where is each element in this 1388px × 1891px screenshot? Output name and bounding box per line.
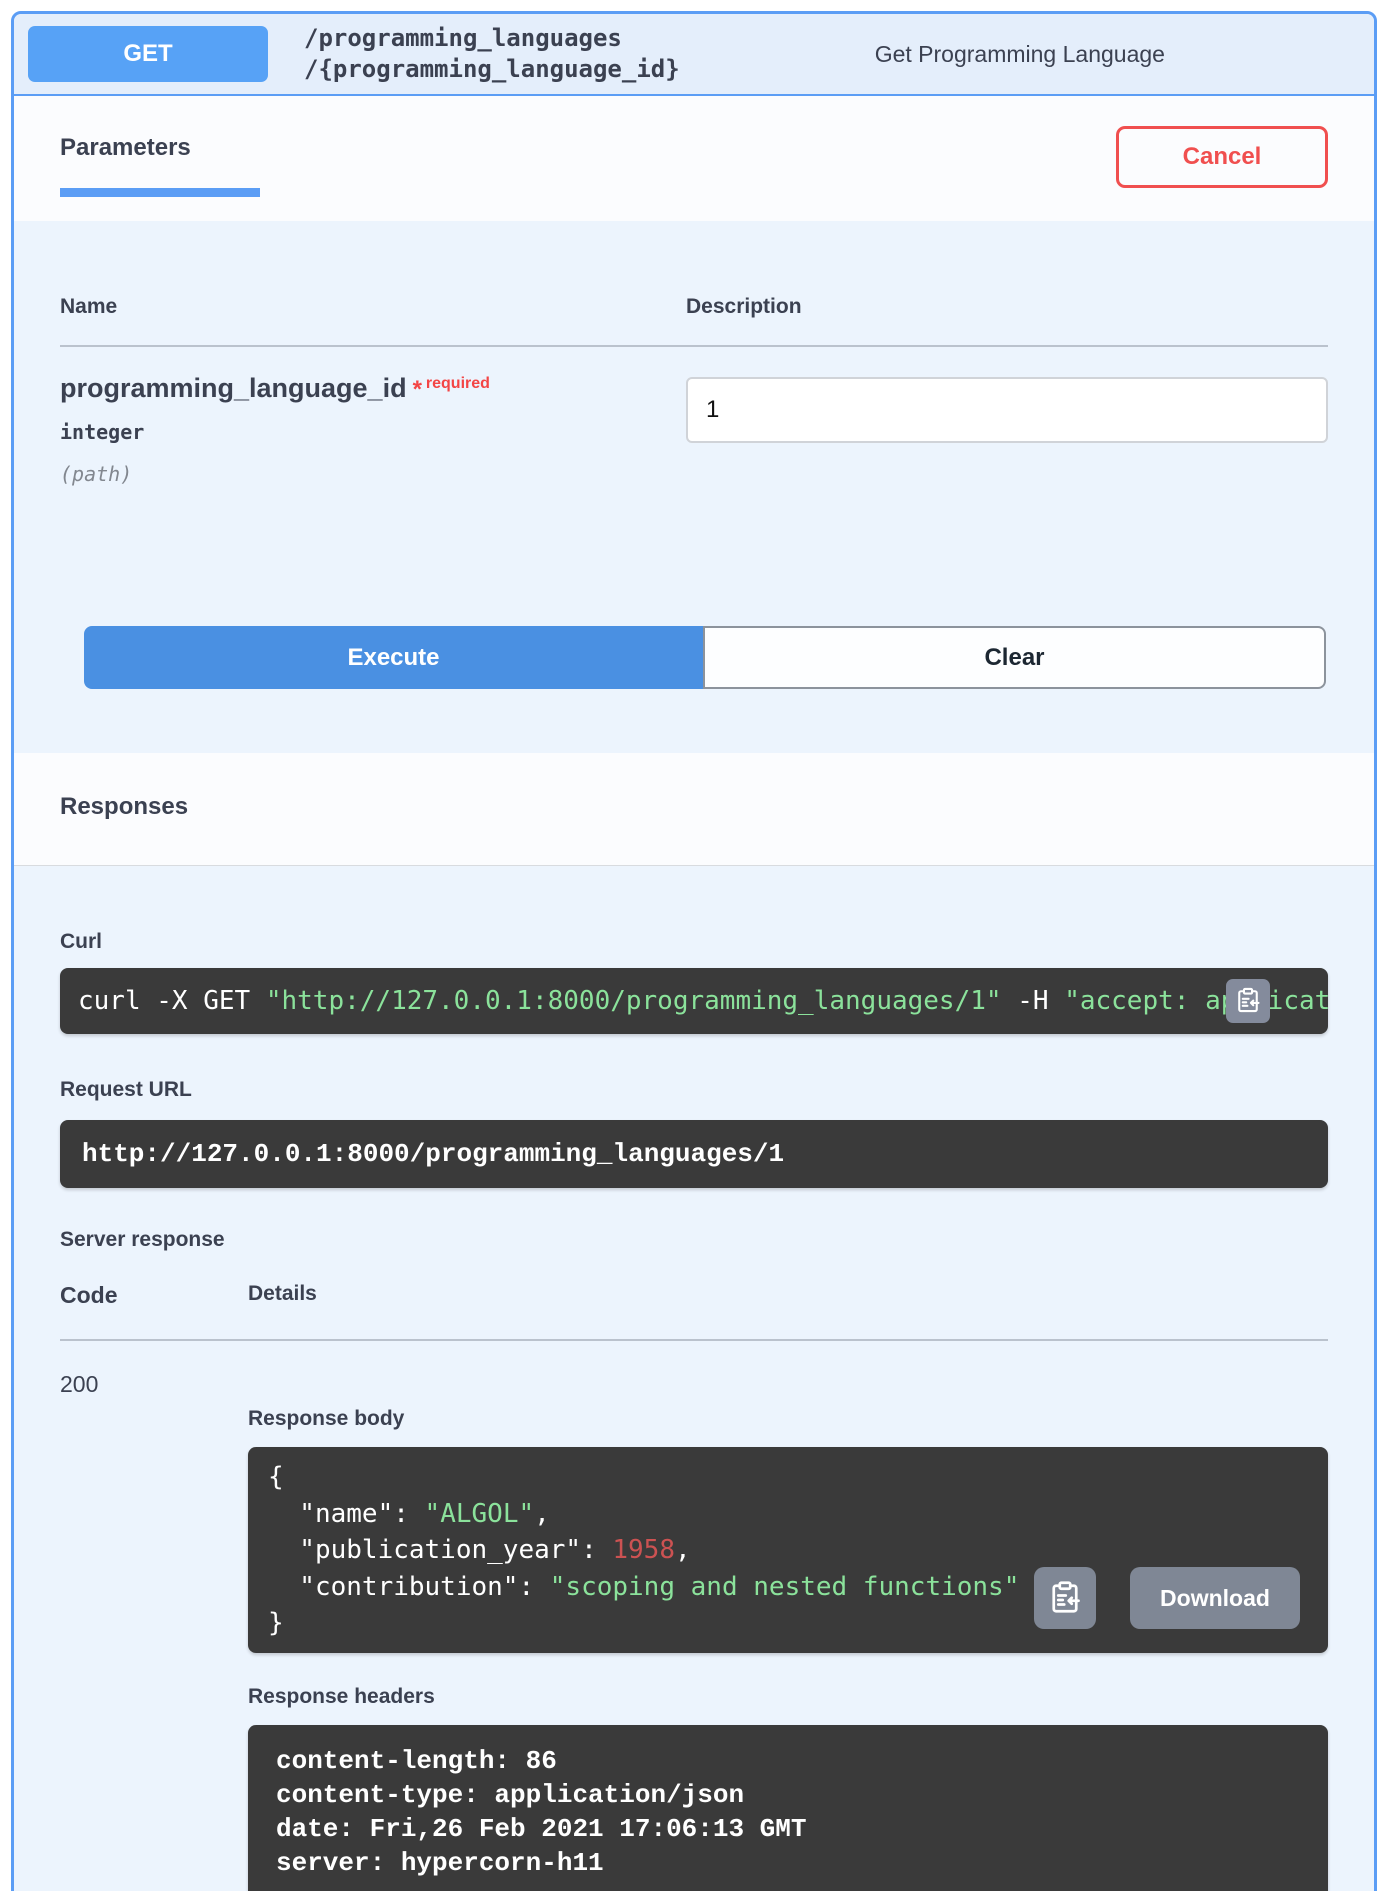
execute-row: Execute Clear [84,626,1326,689]
code-token: "ALGOL" [425,1499,535,1529]
server-response-label: Server response [60,1228,1328,1252]
execute-button[interactable]: Execute [84,626,703,689]
code-token: "scoping and nested functions" [550,1572,1020,1602]
cancel-button[interactable]: Cancel [1116,126,1328,188]
code-token: -H [1002,986,1065,1016]
code-token: curl -X GET [78,986,266,1016]
column-header-name: Name [60,295,686,319]
response-body-line: "publication_year": 1958, [268,1532,1308,1568]
parameter-name-line: programming_language_id*required [60,373,686,404]
column-header-code: Code [60,1282,248,1309]
operation-summary[interactable]: GET /programming_languages /{programming… [14,14,1374,96]
response-body-line: { [268,1459,1308,1495]
parameter-row: programming_language_id*required integer… [60,373,1328,486]
responses-section: Curl curl -X GET "http://127.0.0.1:8000/… [14,930,1374,1891]
clipboard-copy-icon [1047,1579,1083,1618]
parameter-value-input[interactable] [686,377,1328,443]
request-url-value: http://127.0.0.1:8000/programming_langua… [82,1139,784,1169]
clipboard-copy-icon [1234,986,1262,1017]
response-header-line: content-length: 86 [276,1745,1300,1779]
http-method-badge: GET [28,26,268,82]
parameter-info: programming_language_id*required integer… [60,373,686,486]
copy-curl-button[interactable] [1226,979,1270,1023]
code-token: { [268,1462,284,1492]
response-body-line: "name": "ALGOL", [268,1496,1308,1532]
column-header-details: Details [248,1282,1328,1309]
parameters-tab-band: Parameters Cancel [14,96,1374,221]
clear-button[interactable]: Clear [703,626,1326,689]
parameter-name: programming_language_id [60,373,407,403]
curl-command-block: curl -X GET "http://127.0.0.1:8000/progr… [60,968,1328,1034]
code-token: "name": [268,1499,425,1529]
request-url-block: http://127.0.0.1:8000/programming_langua… [60,1120,1328,1188]
parameter-location: (path) [60,462,686,486]
operation-title: Get Programming Language [680,41,1360,68]
parameters-section: Name Description programming_language_id… [14,295,1374,689]
required-star: * [413,376,422,403]
endpoint-path-line1: /programming_languages [304,23,680,54]
server-response-row: 200 Response body { "name": "ALGOL", "pu… [60,1371,1328,1891]
code-token: "publication_year": [268,1535,612,1565]
tab-active-underline [60,188,260,197]
code-token: } [268,1608,284,1638]
curl-label: Curl [60,930,1328,954]
code-token: "accept: application/json" [1064,986,1328,1016]
server-response-divider [60,1339,1328,1341]
response-body-block: { "name": "ALGOL", "publication_year": 1… [248,1447,1328,1653]
server-response-table-header: Code Details [60,1282,1328,1309]
code-token: , [675,1535,691,1565]
code-token: , [534,1499,550,1529]
response-header-line: content-type: application/json [276,1779,1300,1813]
response-header-line: server: hypercorn-h11 [276,1847,1300,1881]
response-body-label: Response body [248,1407,1328,1431]
endpoint-path-line2: /{programming_language_id} [304,54,680,85]
column-header-description: Description [686,295,1328,319]
curl-command: curl -X GET "http://127.0.0.1:8000/progr… [78,986,1328,1016]
parameter-value-cell [686,373,1328,486]
copy-response-button[interactable] [1034,1567,1096,1629]
code-token: "contribution": [268,1572,550,1602]
response-details-cell: Response body { "name": "ALGOL", "public… [248,1371,1328,1891]
responses-band: Responses [14,753,1374,866]
responses-section-title: Responses [60,793,1328,821]
operation-panel: GET /programming_languages /{programming… [11,11,1377,1891]
request-url-label: Request URL [60,1078,1328,1102]
code-token: "http://127.0.0.1:8000/programming_langu… [266,986,1002,1016]
required-label: required [426,375,490,392]
endpoint-path: /programming_languages /{programming_lan… [304,23,680,85]
code-token: 1958 [612,1535,675,1565]
response-header-line: date: Fri,26 Feb 2021 17:06:13 GMT [276,1813,1300,1847]
response-headers-block: content-length: 86content-type: applicat… [248,1725,1328,1891]
download-button[interactable]: Download [1130,1567,1300,1629]
table-divider [60,345,1328,347]
parameter-type: integer [60,420,686,444]
parameters-table-header: Name Description [60,295,1328,319]
response-headers-label: Response headers [248,1685,1328,1709]
status-code: 200 [60,1371,248,1891]
